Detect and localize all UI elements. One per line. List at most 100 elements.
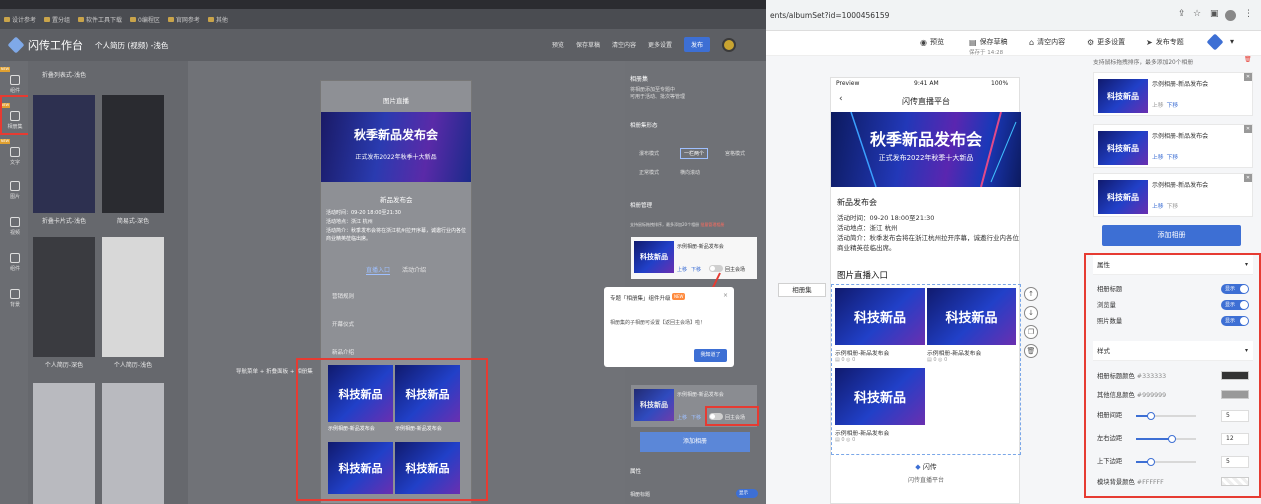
bookmark-item[interactable]: 0编程区 <box>130 15 160 24</box>
nav-label: 文字 <box>9 160 20 166</box>
nav-item-components[interactable]: 组件 <box>6 75 24 94</box>
preview-button[interactable]: 预览 <box>552 40 564 49</box>
template-caption: 折叠列表式-浅色 <box>41 72 87 79</box>
album-card[interactable]: 科技新品 示例相册-新品发布会 上移 下移 ✕ <box>1093 72 1253 116</box>
move-down-link[interactable]: 下移 <box>1167 155 1179 161</box>
section-label[interactable]: 相册管理 <box>630 201 652 209</box>
banner-subtitle: 正式发布2022年秋季十大新品 <box>878 154 974 162</box>
form-option[interactable]: 横向滚动 <box>680 169 700 176</box>
event-line: 活动时间：09-20 18:00至21:30 <box>326 210 401 216</box>
album-thumb: 科技新品 <box>634 241 674 273</box>
close-icon[interactable]: ✕ <box>1244 125 1252 133</box>
form-option[interactable]: 瀑布模式 <box>639 150 659 157</box>
preview-button[interactable]: ◉ 预览 <box>920 37 944 47</box>
template-card[interactable] <box>33 95 95 213</box>
close-icon[interactable]: ✕ <box>1244 73 1252 81</box>
move-up-link[interactable]: 上移 <box>677 266 687 273</box>
form-option[interactable]: 宫格模式 <box>725 150 745 157</box>
album-card[interactable]: 科技新品 示例相册-新品发布会 上移 下移 回主会场 <box>631 237 757 279</box>
album-set-module[interactable]: 科技新品 科技新品 示例相册-新品发布会 示例相册-新品发布会 ▤ 0 ◎ 0 … <box>831 284 1021 455</box>
logo-icon[interactable] <box>1206 33 1224 51</box>
bookmark-label: 官网参考 <box>175 16 200 24</box>
kebab-menu-icon[interactable]: ⋮ <box>1244 9 1253 19</box>
bookmark-item[interactable]: 其他 <box>207 15 228 24</box>
album-thumb[interactable]: 科技新品 <box>835 368 925 425</box>
section-label[interactable]: 相册集形态 <box>630 121 658 129</box>
album-thumb[interactable]: 科技新品 <box>927 288 1016 345</box>
video-icon <box>10 217 20 227</box>
share-icon[interactable]: ⇪ <box>1178 9 1186 19</box>
delete-icon[interactable]: 🗑 <box>1024 344 1038 358</box>
got-it-button[interactable]: 我知道了 <box>694 349 727 362</box>
avatar[interactable] <box>722 37 736 52</box>
nav-item-background[interactable]: 背景 <box>6 289 24 308</box>
tab-intro[interactable]: 活动介绍 <box>402 265 426 274</box>
collapse-row[interactable]: 新品介绍 <box>332 348 354 356</box>
add-album-button[interactable]: 添加相册 <box>640 432 750 452</box>
star-icon[interactable]: ☆ <box>1193 9 1201 19</box>
chevron-down-icon[interactable]: ▾ <box>1230 37 1234 46</box>
template-card[interactable] <box>33 237 95 357</box>
move-down-link[interactable]: 下移 <box>1167 204 1179 210</box>
collapse-row[interactable]: 开幕仪式 <box>332 320 354 328</box>
move-up-link[interactable]: 上移 <box>1152 103 1164 109</box>
bookmark-item[interactable]: 官网参考 <box>167 15 200 24</box>
move-up-link[interactable]: 上移 <box>1152 204 1164 210</box>
album-caption: 示例相册-新品发布会 <box>835 351 890 357</box>
bookmark-item[interactable]: 置分组 <box>44 15 70 24</box>
bookmark-item[interactable]: 设计参考 <box>4 15 36 24</box>
close-icon[interactable]: × <box>723 292 728 299</box>
save-draft-button[interactable]: 保存草稿 <box>576 40 600 49</box>
copy-icon[interactable]: ❐ <box>1024 325 1038 339</box>
template-card[interactable] <box>102 383 164 504</box>
move-down-link[interactable]: 下移 <box>691 414 701 421</box>
nav-item-text[interactable]: 文字 <box>6 147 24 166</box>
move-up-link[interactable]: 上移 <box>1152 155 1164 161</box>
bookmark-item[interactable]: 软件工具下载 <box>78 15 122 24</box>
add-album-button[interactable]: 添加相册 <box>1102 225 1241 246</box>
nav-item-image[interactable]: 图片 <box>6 181 24 200</box>
form-option-selected[interactable]: 一栏两个 <box>680 148 709 159</box>
move-up-link[interactable]: 上移 <box>677 414 687 421</box>
album-card[interactable]: 科技新品 示例相册-新品发布会 上移 下移 ✕ <box>1093 124 1253 168</box>
event-line: 活动简介：秋季发布会将在浙江杭州拉开序幕，诚邀行业内各位商业精英莅临出席。 <box>837 234 1019 252</box>
template-card[interactable] <box>33 383 95 504</box>
delete-icon[interactable]: 🗑 <box>1244 56 1252 63</box>
move-down-icon[interactable]: ↓ <box>1024 306 1038 320</box>
album-thumb: 科技新品 <box>634 389 674 421</box>
template-card[interactable] <box>102 95 164 213</box>
folder-icon <box>130 16 137 22</box>
folder-icon <box>167 16 174 22</box>
nav-item-components-2[interactable]: 组件 <box>6 253 24 272</box>
phone-title: 闪传直播平台 <box>902 97 950 106</box>
batch-manage-link[interactable]: 批量管理相册 <box>700 222 724 227</box>
move-up-icon[interactable]: ↑ <box>1024 287 1038 301</box>
url-text[interactable]: ents/albumSet?id=1000456159 <box>770 11 889 20</box>
album-title: 示例相册-新品发布会 <box>677 244 724 250</box>
module-label[interactable]: 相册集 <box>778 283 826 297</box>
editor-toolbar: ◉ 预览 ▤ 保存草稿 保存于 14:28 ⌂ 清空内容 ⚙ 更多设置 ➤ 发布专题 ▾ <box>766 31 1261 56</box>
save-draft-button[interactable]: ▤ 保存草稿 <box>969 37 1008 47</box>
publish-button[interactable]: ➤ 发布专题 <box>1146 37 1184 47</box>
tab-live[interactable]: 直播入口 <box>366 265 391 275</box>
status-bar: Preview 9:41 AM 100% <box>831 78 1021 90</box>
clear-button[interactable]: 清空内容 <box>612 40 636 49</box>
toggle-switch[interactable]: 显示 <box>736 489 758 498</box>
banner: 秋季新品发布会 正式发布2022年秋季十大新品 <box>831 112 1021 187</box>
sidebar-icon[interactable]: ▣ <box>1210 9 1219 19</box>
album-card[interactable]: 科技新品 示例相册-新品发布会 上移 下移 ✕ <box>1093 173 1253 217</box>
form-option[interactable]: 正常模式 <box>639 169 659 176</box>
collapse-row[interactable]: 营销规则 <box>332 292 354 300</box>
album-thumb[interactable]: 科技新品 <box>835 288 925 345</box>
section-label[interactable]: 属性 <box>630 467 641 475</box>
profile-icon[interactable] <box>1225 10 1236 21</box>
publish-button[interactable]: 发布 <box>683 37 710 52</box>
nav-item-video[interactable]: 视频 <box>6 217 24 236</box>
more-settings-button[interactable]: 更多设置 <box>648 40 672 49</box>
move-down-link[interactable]: 下移 <box>1167 103 1179 109</box>
more-settings-button[interactable]: ⚙ 更多设置 <box>1087 37 1125 47</box>
template-card[interactable] <box>102 237 164 357</box>
bookmark-label: 其他 <box>215 16 228 24</box>
clear-button[interactable]: ⌂ 清空内容 <box>1029 37 1065 47</box>
close-icon[interactable]: ✕ <box>1244 174 1252 182</box>
